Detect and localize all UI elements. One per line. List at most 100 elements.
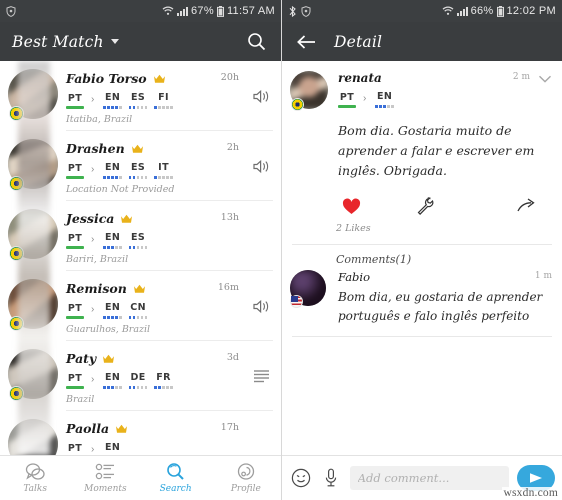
brazil-flag-badge	[9, 246, 24, 261]
crown-icon	[133, 284, 146, 294]
microphone-icon[interactable]	[320, 466, 342, 490]
user-list-item[interactable]: Fabio Torso 20h PT › EN ES FI Itatiba, Brazil	[0, 61, 281, 131]
speaker-icon[interactable]	[253, 299, 271, 315]
user-last-active: 13h	[220, 212, 239, 223]
comment-author-avatar[interactable]	[290, 270, 330, 310]
user-name[interactable]: Paty	[66, 351, 96, 366]
language-code: CN	[130, 302, 146, 313]
user-list[interactable]: Fabio Torso 20h PT › EN ES FI Itatiba, Brazil Dr…	[0, 61, 281, 455]
user-list-item[interactable]: Paolla17hPT›ENRio de Janeiro, Brazil	[0, 411, 281, 455]
left-battery-percent: 67%	[191, 5, 214, 17]
post-author-avatar[interactable]	[290, 71, 330, 111]
nav-label-profile: Profile	[230, 484, 261, 494]
language-code: EN	[104, 302, 121, 313]
learning-language: EN	[103, 232, 122, 249]
left-clock: 11:57 AM	[226, 5, 275, 17]
proficiency-dots	[154, 106, 173, 109]
text-lines-icon[interactable]	[253, 369, 271, 385]
user-name[interactable]: Fabio Torso	[66, 71, 147, 86]
proficiency-dots	[128, 386, 148, 389]
comments-section-title: Comments(1)	[336, 253, 412, 266]
language-pair: PT › EN ES IT	[66, 162, 273, 179]
nav-item-profile[interactable]: Profile	[211, 462, 281, 494]
search-icon[interactable]	[243, 29, 269, 55]
like-heart-icon[interactable]	[338, 195, 364, 217]
nav-item-search[interactable]: Search	[141, 462, 211, 494]
user-avatar[interactable]	[8, 419, 60, 455]
arrow-separator-icon: ›	[91, 303, 95, 315]
user-list-item[interactable]: Paty 3d PT › EN DE FR Brazil	[0, 341, 281, 411]
learning-language: ES	[128, 92, 148, 109]
user-name[interactable]: Jessica	[66, 211, 114, 226]
post-actions	[338, 195, 562, 217]
share-arrow-icon[interactable]	[514, 195, 540, 217]
nav-item-moments[interactable]: Moments	[70, 462, 140, 494]
chevron-down-icon[interactable]	[110, 39, 119, 44]
bluetooth-icon	[288, 5, 297, 17]
language-code: PT	[339, 92, 355, 103]
add-comment-input[interactable]	[349, 466, 509, 490]
language-code: EN	[104, 442, 121, 453]
arrow-separator-icon: ›	[91, 233, 95, 245]
user-name[interactable]: Paolla	[66, 421, 109, 436]
native-language: PT	[338, 92, 356, 108]
language-code: ES	[131, 162, 146, 173]
wrench-icon[interactable]	[412, 195, 438, 217]
user-avatar[interactable]	[8, 139, 60, 191]
learning-language: EN	[103, 302, 122, 319]
language-code: EN	[104, 162, 121, 173]
right-status-bar: 66% 12:02 PM	[282, 0, 562, 22]
watermark: wsxdn.com	[502, 487, 559, 499]
speaker-icon[interactable]	[253, 89, 271, 105]
app-screenshot: 67% 11:57 AM Best Match Fabio Torso 20h PT…	[0, 0, 562, 500]
nav-label-moments: Moments	[84, 484, 127, 494]
language-code: FI	[158, 92, 169, 103]
speaker-icon[interactable]	[253, 159, 271, 175]
language-pair: PT › EN ES FI	[66, 92, 273, 109]
right-app-bar: Detail	[282, 22, 562, 61]
user-avatar[interactable]	[8, 209, 60, 261]
language-code: IT	[158, 162, 169, 173]
nav-item-talks[interactable]: Talks	[0, 462, 70, 494]
arrow-separator-icon: ›	[91, 163, 95, 175]
comment-author-name[interactable]: Fabio	[338, 270, 552, 284]
native-language: PT	[66, 373, 84, 389]
bottom-navigation[interactable]: Talks Moments Search Profile	[0, 455, 281, 500]
nav-label-search: Search	[159, 484, 192, 494]
language-code: EN	[104, 372, 121, 383]
user-avatar[interactable]	[8, 279, 60, 331]
wifi-icon	[442, 6, 454, 16]
language-code: PT	[67, 163, 83, 174]
user-list-item[interactable]: Remison 16m PT › EN CN Guarulhos, Brazil	[0, 271, 281, 341]
user-avatar[interactable]	[8, 349, 60, 401]
comment-item[interactable]: Fabio 1 m Bom dia, eu gostaria de aprender…	[282, 266, 562, 326]
native-level-bar	[66, 316, 84, 319]
learning-language: FI	[154, 92, 173, 109]
chevron-down-icon[interactable]	[538, 71, 552, 85]
user-list-item[interactable]: Drashen 2h PT › EN ES IT Location Not Provided	[0, 131, 281, 201]
speaker-icon	[253, 299, 269, 314]
user-avatar[interactable]	[8, 69, 60, 121]
text-lines-icon	[254, 370, 269, 383]
native-language: PT	[66, 163, 84, 179]
user-name[interactable]: Drashen	[66, 141, 125, 156]
learning-language: FR	[154, 372, 173, 389]
native-level-bar	[66, 386, 84, 389]
learning-language: DE	[128, 372, 148, 389]
emoji-smiley-icon[interactable]	[290, 466, 312, 490]
language-code: EN	[104, 232, 121, 243]
user-last-active: 2h	[226, 142, 239, 153]
learning-language: EN	[103, 92, 122, 109]
back-arrow-icon[interactable]	[294, 29, 320, 55]
brazil-flag-badge	[9, 316, 24, 331]
brazil-flag-badge	[291, 98, 304, 111]
search-list-panel: 67% 11:57 AM Best Match Fabio Torso 20h PT…	[0, 0, 281, 500]
best-match-dropdown-label[interactable]: Best Match	[12, 33, 104, 51]
crown-icon	[131, 144, 144, 154]
user-list-item[interactable]: Jessica 13h PT › EN ES Bariri, Brazil	[0, 201, 281, 271]
crown-icon	[115, 424, 128, 434]
user-name[interactable]: Remison	[66, 281, 127, 296]
user-location: Itatiba, Brazil	[66, 113, 133, 125]
language-pair: PT › EN ES	[66, 232, 273, 249]
user-last-active: 16m	[217, 282, 239, 293]
